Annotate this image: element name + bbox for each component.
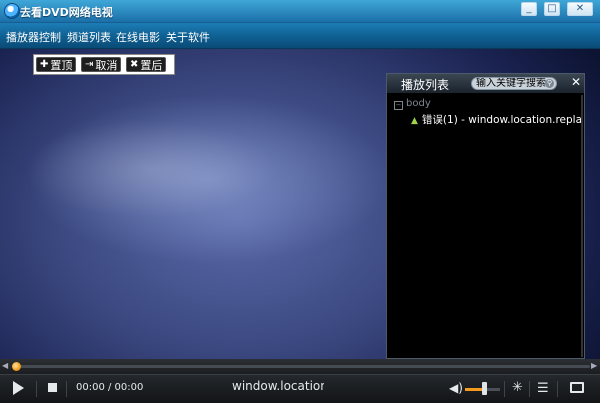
pin-top-button[interactable]: ✚ 置顶 (36, 57, 77, 72)
list-icon[interactable]: ☰ (537, 381, 549, 396)
menu-channel-list[interactable]: 频道列表 (67, 29, 111, 45)
pin-toolbar: ✚ 置顶 ⇥ 取消 ✖ 置后 (33, 54, 175, 75)
menu-bar: 播放器控制 频道列表 在线电影 关于软件 (0, 23, 600, 49)
channel-icon: ▲ (411, 116, 418, 126)
minimize-icon: _ (526, 3, 532, 14)
volume-slider-thumb[interactable] (482, 382, 488, 395)
close-icon: ✕ (575, 3, 585, 14)
playlist-header: 播放列表 输入关键字搜索 ⚲ ✕ (387, 74, 584, 93)
app-logo-icon (4, 3, 20, 19)
playlist-tree: −body ▲错误(1) - window.location.replace("… (389, 95, 582, 357)
status-marquee: window.location.re (232, 379, 324, 393)
seek-right-icon: ▶ (591, 361, 598, 370)
title-bar: 去看DVD网络电视 _ □ ✕ (0, 0, 600, 23)
seek-bar: ◀ ▶ (0, 359, 600, 374)
maximize-button[interactable]: □ (544, 2, 560, 16)
seek-thumb[interactable] (12, 362, 21, 371)
list-item[interactable]: ▲错误(1) - window.location.replace("h (411, 112, 582, 127)
unpin-icon: ⇥ (85, 59, 94, 70)
seek-left-icon: ◀ (2, 361, 9, 370)
speaker-icon[interactable]: ◀) (449, 381, 463, 395)
control-bar: 00:00 / 00:00 window.location.re ◀) ✳ ☰ (0, 374, 600, 403)
pin-bottom-label: 置后 (140, 58, 163, 72)
seek-track[interactable] (12, 365, 590, 368)
playlist-scrollbar[interactable] (581, 95, 583, 357)
play-icon[interactable] (13, 381, 24, 395)
tree-root-node[interactable]: − body (394, 98, 431, 110)
divider (36, 381, 37, 397)
divider (557, 381, 558, 397)
playlist-panel: 播放列表 输入关键字搜索 ⚲ ✕ − body ▲ 错误(1) - window.l… (386, 73, 585, 359)
stop-icon[interactable] (48, 383, 57, 392)
search-icon[interactable]: ⚲ (545, 79, 554, 88)
pin-top-label: 置顶 (50, 58, 73, 72)
close-button[interactable]: ✕ (567, 2, 593, 16)
divider (66, 381, 67, 397)
list-item-label: 错误(1) - window.location.replace("h (421, 114, 582, 126)
pin-cancel-button[interactable]: ⇥ 取消 (81, 57, 122, 72)
fullscreen-icon[interactable] (570, 382, 584, 393)
pin-icon: ✚ (40, 59, 49, 70)
sparkle-icon[interactable]: ✳ (512, 380, 523, 395)
pin-cancel-label: 取消 (95, 58, 118, 72)
collapse-icon[interactable]: − (394, 101, 403, 110)
tree-root-label: body (406, 98, 431, 109)
minimize-button[interactable]: _ (521, 2, 537, 16)
time-display: 00:00 / 00:00 (76, 382, 144, 393)
menu-online-movies[interactable]: 在线电影 (116, 29, 160, 45)
maximize-icon: □ (547, 3, 557, 14)
menu-player-control[interactable]: 播放器控制 (6, 29, 61, 45)
menu-about[interactable]: 关于软件 (166, 29, 210, 45)
window-title: 去看DVD网络电视 (20, 6, 113, 19)
playlist-close-icon[interactable]: ✕ (571, 75, 581, 89)
divider (504, 381, 505, 397)
playlist-search-input[interactable]: 输入关键字搜索 ⚲ (471, 77, 557, 90)
pin-back-icon: ✖ (130, 59, 139, 70)
playlist-search-placeholder: 输入关键字搜索 (476, 78, 546, 89)
pin-bottom-button[interactable]: ✖ 置后 (126, 57, 167, 72)
playlist-title: 播放列表 (401, 78, 450, 92)
divider (529, 381, 530, 397)
